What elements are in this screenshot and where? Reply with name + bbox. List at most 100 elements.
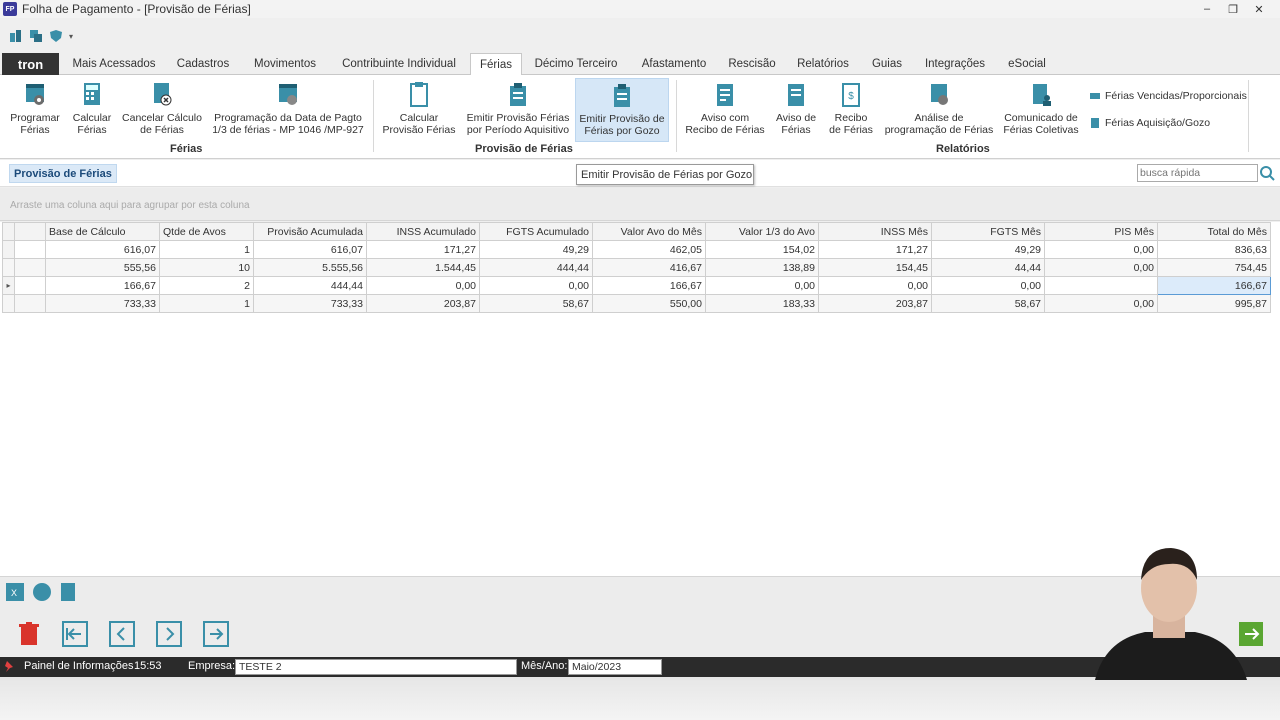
programar-ferias-button[interactable]: Programar Férias (6, 80, 64, 136)
table-cell[interactable]: 733,33 (253, 294, 367, 313)
table-cell[interactable]: 10 (159, 258, 254, 277)
quick-search-input[interactable] (1137, 164, 1258, 182)
emitir-provisao-gozo-button[interactable]: Emitir Provisão de Férias por Gozo (575, 78, 669, 142)
table-cell[interactable]: 58,67 (479, 294, 593, 313)
tab-provisao-ferias[interactable]: Provisão de Férias (9, 164, 117, 183)
selected-cell[interactable]: 166,67 (1157, 276, 1271, 295)
table-cell[interactable]: 995,87 (1157, 294, 1271, 313)
mes-ano-field[interactable]: Maio/2023 (568, 659, 662, 675)
table-cell[interactable]: 550,00 (592, 294, 706, 313)
programacao-data-pagto-button[interactable]: Programação da Data de Pagto 1/3 de féri… (210, 80, 366, 136)
table-cell[interactable]: 0,00 (1044, 240, 1158, 259)
save-icon[interactable] (9, 29, 23, 43)
table-cell[interactable]: 138,89 (705, 258, 819, 277)
table-cell[interactable]: 1.544,45 (366, 258, 480, 277)
table-cell[interactable]: 416,67 (592, 258, 706, 277)
col-header[interactable]: PIS Mês (1044, 222, 1158, 241)
table-cell[interactable]: 0,00 (818, 276, 932, 295)
row-indicator[interactable] (2, 294, 15, 313)
col-header[interactable]: FGTS Mês (931, 222, 1045, 241)
table-cell[interactable]: 462,05 (592, 240, 706, 259)
tab-movimentos[interactable]: Movimentos (244, 53, 326, 75)
table-cell[interactable]: 836,63 (1157, 240, 1271, 259)
row-indicator[interactable] (2, 258, 15, 277)
table-cell[interactable]: 49,29 (479, 240, 593, 259)
tab-contribuinte-individual[interactable]: Contribuinte Individual (334, 53, 464, 75)
table-cell[interactable] (1044, 276, 1158, 295)
ferias-vencidas-button[interactable]: Férias Vencidas/Proporcionais (1089, 90, 1247, 102)
analise-programacao-button[interactable]: Análise de programação de Férias (884, 80, 994, 136)
table-cell[interactable]: 733,33 (45, 294, 160, 313)
customize-arrow-icon[interactable]: ▾ (69, 32, 73, 41)
table-cell[interactable]: 616,07 (253, 240, 367, 259)
table-cell[interactable]: 183,33 (705, 294, 819, 313)
table-cell[interactable]: 444,44 (479, 258, 593, 277)
tab-guias[interactable]: Guias (864, 53, 910, 75)
tab-cadastros[interactable]: Cadastros (168, 53, 238, 75)
table-cell[interactable]: 49,29 (931, 240, 1045, 259)
table-cell[interactable]: 555,56 (45, 258, 160, 277)
minimize-button[interactable]: – (1194, 0, 1220, 18)
empresa-field[interactable]: TESTE 2 (235, 659, 517, 675)
table-cell[interactable]: 171,27 (818, 240, 932, 259)
tab-decimo-terceiro[interactable]: Décimo Terceiro (528, 53, 624, 75)
ferias-aquisicao-button[interactable]: Férias Aquisição/Gozo (1089, 117, 1210, 129)
table-cell[interactable]: 0,00 (479, 276, 593, 295)
table-cell[interactable]: 754,45 (1157, 258, 1271, 277)
col-header[interactable]: INSS Acumulado (366, 222, 480, 241)
excel-export-icon[interactable]: X (5, 581, 25, 603)
table-cell[interactable]: 5.555,56 (253, 258, 367, 277)
table-cell[interactable]: 154,45 (818, 258, 932, 277)
table-cell[interactable]: 166,67 (45, 276, 160, 295)
col-header[interactable]: FGTS Acumulado (479, 222, 593, 241)
col-header[interactable]: Provisão Acumulada (253, 222, 367, 241)
blank-cell[interactable] (14, 276, 46, 295)
col-header[interactable]: INSS Mês (818, 222, 932, 241)
current-row-arrow-icon[interactable]: ▸ (2, 276, 15, 295)
table-cell[interactable]: 0,00 (705, 276, 819, 295)
delete-icon[interactable] (16, 621, 42, 647)
tab-ferias[interactable]: Férias (470, 53, 522, 76)
emitir-provisao-periodo-button[interactable]: Emitir Provisão Férias por Período Aquis… (466, 80, 570, 136)
tab-mais-acessados[interactable]: Mais Acessados (64, 53, 164, 75)
tab-rescisao[interactable]: Rescisão (722, 53, 782, 75)
blank-header[interactable] (14, 222, 46, 241)
copy-icon[interactable] (29, 29, 43, 43)
recibo-ferias-button[interactable]: $ Recibo de Férias (826, 80, 876, 136)
first-record-icon[interactable] (62, 621, 88, 647)
table-cell[interactable]: 2 (159, 276, 254, 295)
restore-button[interactable]: ❐ (1220, 0, 1246, 18)
table-cell[interactable]: 0,00 (1044, 258, 1158, 277)
table-cell[interactable]: 0,00 (366, 276, 480, 295)
previous-record-icon[interactable] (109, 621, 135, 647)
tab-afastamento[interactable]: Afastamento (634, 53, 714, 75)
table-cell[interactable]: 203,87 (818, 294, 932, 313)
tab-relatorios[interactable]: Relatórios (792, 53, 854, 75)
cancelar-calculo-button[interactable]: Cancelar Cálculo de Férias (120, 80, 204, 136)
pin-icon[interactable] (4, 660, 16, 674)
table-cell[interactable]: 616,07 (45, 240, 160, 259)
table-row[interactable]: 616,07 1 616,07 171,27 49,29 462,05 154,… (2, 240, 1271, 259)
tab-esocial[interactable]: eSocial (1000, 53, 1054, 75)
row-indicator[interactable] (2, 240, 15, 259)
col-header[interactable]: Total do Mês (1157, 222, 1271, 241)
blank-cell[interactable] (14, 240, 46, 259)
search-button[interactable] (1258, 163, 1276, 182)
close-button[interactable]: ✕ (1246, 0, 1272, 18)
table-cell[interactable]: 58,67 (931, 294, 1045, 313)
aviso-ferias-button[interactable]: Aviso de Férias (772, 80, 820, 136)
group-by-panel[interactable]: Arraste uma coluna aqui para agrupar por… (0, 188, 1280, 221)
table-cell[interactable]: 171,27 (366, 240, 480, 259)
comunicado-coletivas-button[interactable]: Comunicado de Férias Coletivas (1002, 80, 1080, 136)
table-cell[interactable]: 203,87 (366, 294, 480, 313)
table-cell[interactable]: 154,02 (705, 240, 819, 259)
blank-cell[interactable] (14, 258, 46, 277)
calcular-provisao-button[interactable]: Calcular Provisão Férias (382, 80, 456, 136)
table-cell[interactable]: 1 (159, 294, 254, 313)
col-header[interactable]: Valor 1/3 do Avo (705, 222, 819, 241)
next-record-icon[interactable] (156, 621, 182, 647)
table-row[interactable]: 733,33 1 733,33 203,87 58,67 550,00 183,… (2, 294, 1271, 313)
table-cell[interactable]: 0,00 (931, 276, 1045, 295)
table-cell[interactable]: 1 (159, 240, 254, 259)
table-cell[interactable]: 444,44 (253, 276, 367, 295)
